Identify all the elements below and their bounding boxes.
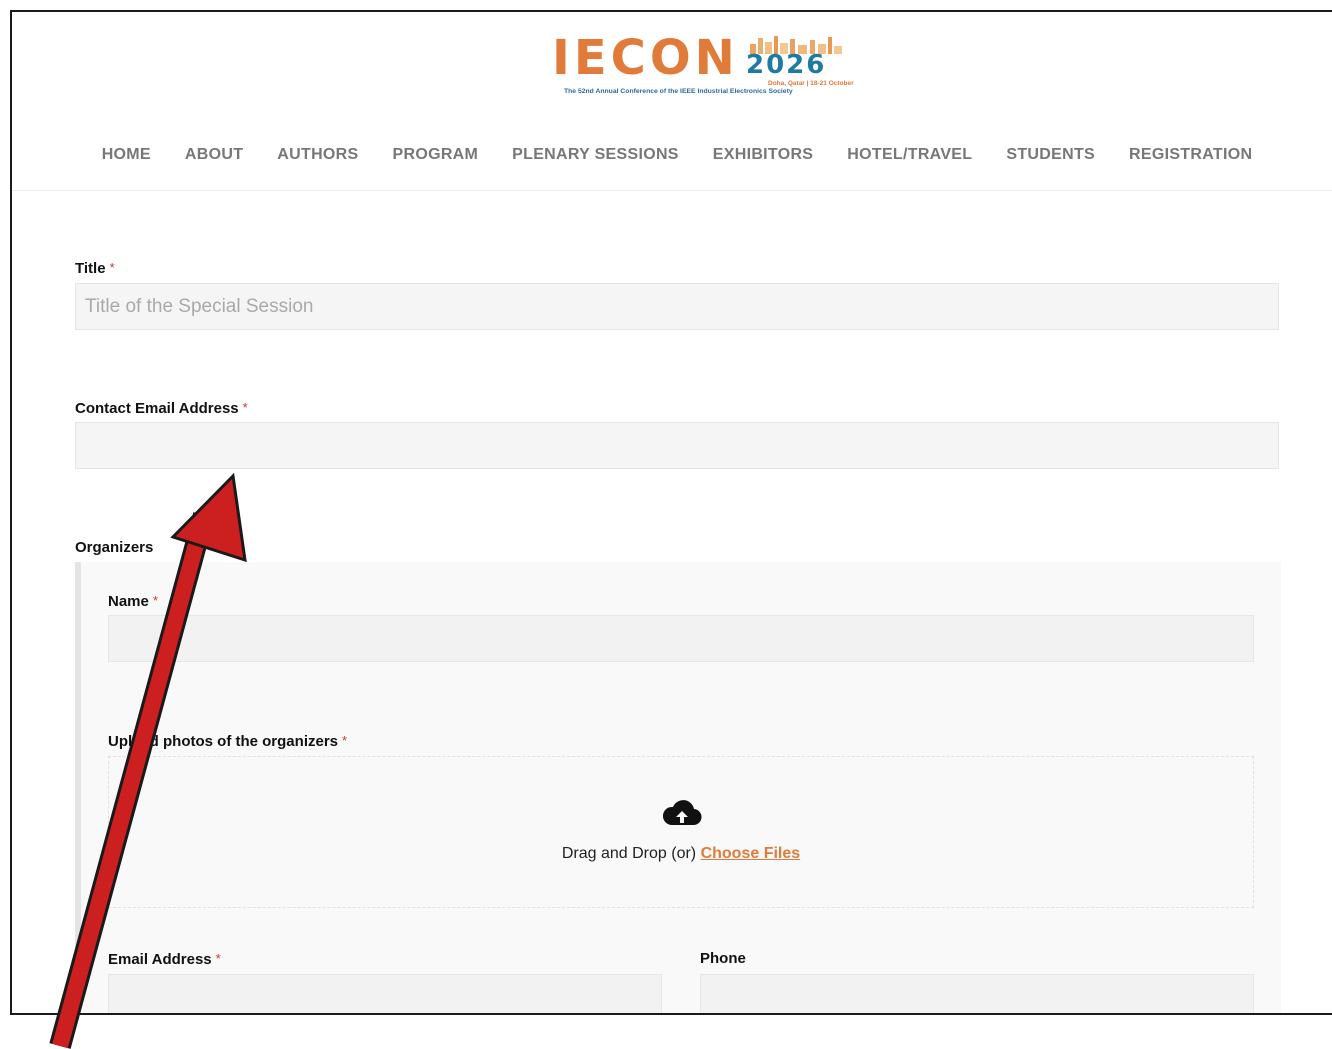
required-marker: *	[342, 733, 348, 748]
required-marker: *	[215, 951, 221, 966]
nav-plenary-sessions[interactable]: PLENARY SESSIONS	[495, 136, 696, 176]
organizer-name-label: Name *	[108, 593, 158, 610]
organizer-email-label: Email Address *	[108, 951, 221, 968]
organizer-phone-input[interactable]	[700, 974, 1254, 1013]
logo-wordmark: IECON	[552, 30, 739, 86]
title-input[interactable]	[75, 283, 1279, 330]
logo-location: Doha, Qatar | 18-21 October	[768, 80, 854, 87]
required-marker: *	[152, 593, 158, 608]
browser-viewport: IECON 2026 Doha, Qatar | 18-21 October T…	[10, 10, 1332, 1015]
nav-home[interactable]: HOME	[85, 136, 168, 176]
cloud-upload-icon	[662, 800, 702, 826]
nav-students[interactable]: STUDENTS	[989, 136, 1112, 176]
organizer-photos-label: Upload photos of the organizers *	[108, 733, 347, 750]
nav-exhibitors[interactable]: EXHIBITORS	[696, 136, 831, 176]
main-nav: HOME ABOUT AUTHORS PROGRAM PLENARY SESSI…	[12, 136, 1332, 176]
title-label-text: Title	[75, 260, 106, 277]
choose-files-link[interactable]: Choose Files	[701, 845, 801, 862]
title-label: Title *	[75, 260, 115, 277]
organizers-label: Organizers	[75, 539, 154, 556]
nav-authors[interactable]: AUTHORS	[260, 136, 375, 176]
organizer-email-input[interactable]	[108, 974, 662, 1013]
required-marker: *	[109, 260, 115, 275]
nav-registration[interactable]: REGISTRATION	[1112, 136, 1269, 176]
organizer-phone-label: Phone	[700, 950, 746, 967]
organizer-name-input[interactable]	[108, 615, 1254, 662]
contact-email-label-text: Contact Email Address	[75, 400, 239, 417]
drag-drop-text: Drag and Drop (or)	[561, 845, 697, 862]
dropzone-text: Drag and Drop (or) Choose Files	[109, 845, 1253, 863]
photo-dropzone[interactable]: Drag and Drop (or) Choose Files	[108, 756, 1254, 908]
contact-email-input[interactable]	[75, 422, 1279, 469]
organizer-photos-label-text: Upload photos of the organizers	[108, 733, 339, 750]
logo-year: 2026	[746, 50, 827, 80]
site-logo[interactable]: IECON 2026 Doha, Qatar | 18-21 October T…	[552, 30, 854, 102]
nav-divider	[12, 190, 1332, 191]
contact-email-label: Contact Email Address *	[75, 400, 248, 417]
logo-tagline: The 52nd Annual Conference of the IEEE I…	[564, 88, 793, 95]
required-marker: *	[242, 400, 248, 415]
nav-about[interactable]: ABOUT	[168, 136, 260, 176]
organizer-name-label-text: Name	[108, 593, 149, 610]
nav-hotel-travel[interactable]: HOTEL/TRAVEL	[830, 136, 989, 176]
organizer-email-label-text: Email Address	[108, 951, 212, 968]
nav-program[interactable]: PROGRAM	[376, 136, 496, 176]
